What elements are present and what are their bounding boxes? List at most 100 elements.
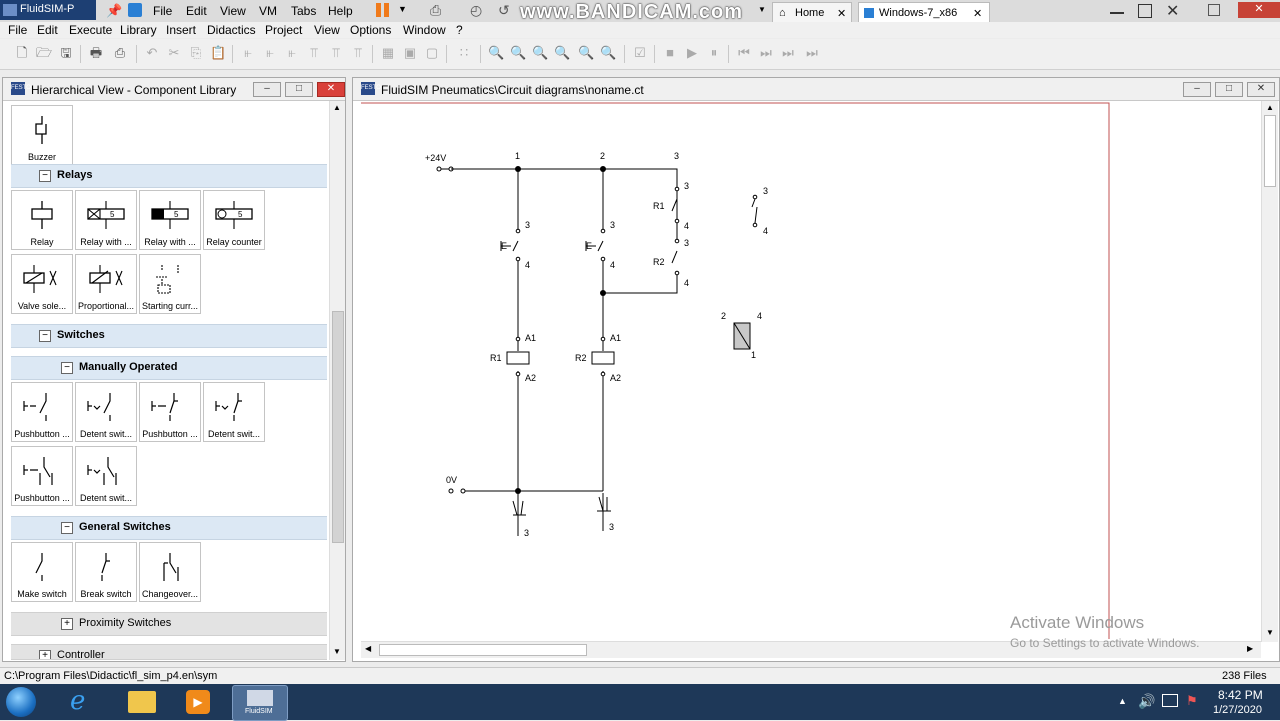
grid-dots-icon[interactable]: ∷ xyxy=(456,45,472,61)
menu-didactics[interactable]: Didactics xyxy=(207,23,256,37)
zoom-normal-icon[interactable]: 🔍 xyxy=(554,45,570,61)
library-tile-pushbutton-nc[interactable]: Pushbutton ... xyxy=(139,382,201,442)
collapse-icon[interactable]: − xyxy=(61,522,73,534)
collapse-icon[interactable]: − xyxy=(39,330,51,342)
menu-view[interactable]: View xyxy=(314,23,340,37)
library-tile-detent-changeover[interactable]: Detent swit... xyxy=(75,446,137,506)
volume-icon[interactable]: 🔊 xyxy=(1138,693,1155,710)
library-tile-pushbutton-no[interactable]: Pushbutton ... xyxy=(11,382,73,442)
library-tile-relay-delay-off[interactable]: 5 Relay with ... xyxy=(139,190,201,250)
vm-menu-edit[interactable]: Edit xyxy=(186,4,207,18)
menu-insert[interactable]: Insert xyxy=(166,23,196,37)
align-center-icon[interactable]: ⫦ xyxy=(262,45,278,61)
menu-library[interactable]: Library xyxy=(120,23,157,37)
library-tile-break-switch[interactable]: Break switch xyxy=(75,542,137,602)
zoom-in-icon[interactable]: 🔍 xyxy=(578,45,594,61)
vm-app-title[interactable]: FluidSIM-P xyxy=(0,0,96,20)
vm-app-icon[interactable] xyxy=(128,3,142,17)
action-center-icon[interactable]: ⚑ xyxy=(1186,693,1198,709)
library-tile-pushbutton-changeover[interactable]: Pushbutton ... xyxy=(11,446,73,506)
cut-icon[interactable]: ✂ xyxy=(166,45,182,61)
minimize-icon[interactable]: ‒ xyxy=(1183,82,1211,97)
zoom-window-icon[interactable]: 🔍 xyxy=(510,45,526,61)
scroll-up-icon[interactable]: ▲ xyxy=(333,103,341,112)
align-top-icon[interactable]: ⫪ xyxy=(306,45,322,61)
start-button-icon[interactable] xyxy=(6,687,36,717)
library-tile-proportional[interactable]: Proportional... xyxy=(75,254,137,314)
scroll-up-icon[interactable]: ▲ xyxy=(1266,103,1274,112)
clock-time[interactable]: 8:42 PM xyxy=(1218,688,1263,702)
scroll-left-icon[interactable]: ◀ xyxy=(365,644,371,653)
expand-icon[interactable]: + xyxy=(39,650,51,659)
close-icon[interactable]: ✕ xyxy=(837,7,846,20)
section-switches[interactable]: − Switches xyxy=(11,324,327,348)
media-player-icon[interactable]: ▶ xyxy=(186,690,210,714)
align-bottom-icon[interactable]: ⫪ xyxy=(350,45,366,61)
tab-home[interactable]: ⌂ Home ✕ xyxy=(772,2,852,23)
vm-menu-tabs[interactable]: Tabs xyxy=(291,4,316,18)
library-tile-detent-no[interactable]: Detent swit... xyxy=(75,382,137,442)
taskbar-fluidsim[interactable]: FluidSIM xyxy=(232,685,288,721)
vm-menu-file[interactable]: File xyxy=(153,4,172,18)
revert-icon[interactable]: ↺ xyxy=(498,2,510,19)
reset-icon[interactable]: ⏮ xyxy=(736,45,752,61)
vm-menu-view[interactable]: View xyxy=(220,4,246,18)
copy-icon[interactable]: ⎘ xyxy=(188,45,204,61)
close-icon[interactable]: ✕ xyxy=(317,82,345,97)
vm-menu-help[interactable]: Help xyxy=(328,4,353,18)
open-folder-icon[interactable]: 🗁 xyxy=(36,45,52,61)
scroll-right-icon[interactable]: ▶ xyxy=(1247,644,1253,653)
send-keys-icon[interactable]: ⎙ xyxy=(430,2,441,19)
network-icon[interactable] xyxy=(1162,694,1178,707)
align-left-icon[interactable]: ⫦ xyxy=(240,45,256,61)
clock-date[interactable]: 1/27/2020 xyxy=(1213,704,1262,716)
zoom-previous-icon[interactable]: 🔍 xyxy=(532,45,548,61)
group-icon[interactable]: ▣ xyxy=(402,45,418,61)
library-tile-changeover-switch[interactable]: Changeover... xyxy=(139,542,201,602)
grid-icon[interactable]: ▦ xyxy=(380,45,396,61)
section-relays[interactable]: − Relays xyxy=(11,164,327,188)
restore-icon[interactable] xyxy=(1138,4,1152,18)
close-icon[interactable]: ✕ xyxy=(1247,82,1275,97)
fast-forward-icon[interactable]: ⏭ xyxy=(804,45,820,61)
save-icon[interactable]: 🖫 xyxy=(58,45,74,61)
menu-help[interactable]: ? xyxy=(456,23,463,37)
expand-icon[interactable]: + xyxy=(61,618,73,630)
library-scrollbar[interactable]: ▲ ▼ xyxy=(329,101,345,660)
close-icon[interactable]: ✕ xyxy=(973,7,982,20)
library-tile-relay-counter[interactable]: 5 Relay counter xyxy=(203,190,265,250)
circuit-vscrollbar[interactable]: ▲ ▼ xyxy=(1261,101,1278,642)
maximize-icon[interactable]: □ xyxy=(285,82,313,97)
internet-explorer-icon[interactable]: e xyxy=(70,686,85,716)
section-general-switches[interactable]: − General Switches xyxy=(11,516,327,540)
menu-edit[interactable]: Edit xyxy=(37,23,58,37)
play-icon[interactable]: ▶ xyxy=(684,45,700,61)
vm-inner-minimize-icon[interactable] xyxy=(1208,4,1220,16)
explorer-folder-icon[interactable] xyxy=(128,691,156,713)
tab-windows7[interactable]: Windows-7_x86 ✕ xyxy=(858,2,990,23)
circuit-canvas[interactable]: +24V 1 2 3 3 4 3 4 3 4 3 4 R1 R2 A1 A2 A… xyxy=(353,101,1261,639)
scroll-thumb[interactable] xyxy=(379,644,587,656)
menu-project[interactable]: Project xyxy=(265,23,302,37)
close-icon[interactable]: ✕ xyxy=(1166,1,1179,21)
section-controller[interactable]: + Controller xyxy=(11,644,327,660)
scroll-thumb[interactable] xyxy=(1264,115,1276,187)
zoom-fit-icon[interactable]: 🔍 xyxy=(488,45,504,61)
library-tile-relay-delay-on[interactable]: 5 Relay with ... xyxy=(75,190,137,250)
library-tile-make-switch[interactable]: Make switch xyxy=(11,542,73,602)
library-tile-starting-current[interactable]: Starting curr... xyxy=(139,254,201,314)
ungroup-icon[interactable]: ▢ xyxy=(424,45,440,61)
print-icon[interactable]: ⎙ xyxy=(112,45,128,61)
section-manually-operated[interactable]: − Manually Operated xyxy=(11,356,327,380)
show-hidden-icons-icon[interactable]: ▲ xyxy=(1118,696,1127,706)
library-tile-relay[interactable]: Relay xyxy=(11,190,73,250)
align-right-icon[interactable]: ⫦ xyxy=(284,45,300,61)
maximize-icon[interactable]: □ xyxy=(1215,82,1243,97)
library-tile-detent-nc[interactable]: Detent swit... xyxy=(203,382,265,442)
vm-menu-vm[interactable]: VM xyxy=(259,4,277,18)
step-mode-icon[interactable]: ⏭ xyxy=(780,45,796,61)
check-drawing-icon[interactable]: ☑ xyxy=(632,45,648,61)
chevron-down-icon[interactable]: ▼ xyxy=(398,4,407,14)
menu-file[interactable]: File xyxy=(8,23,27,37)
pause-icon[interactable] xyxy=(376,3,381,17)
